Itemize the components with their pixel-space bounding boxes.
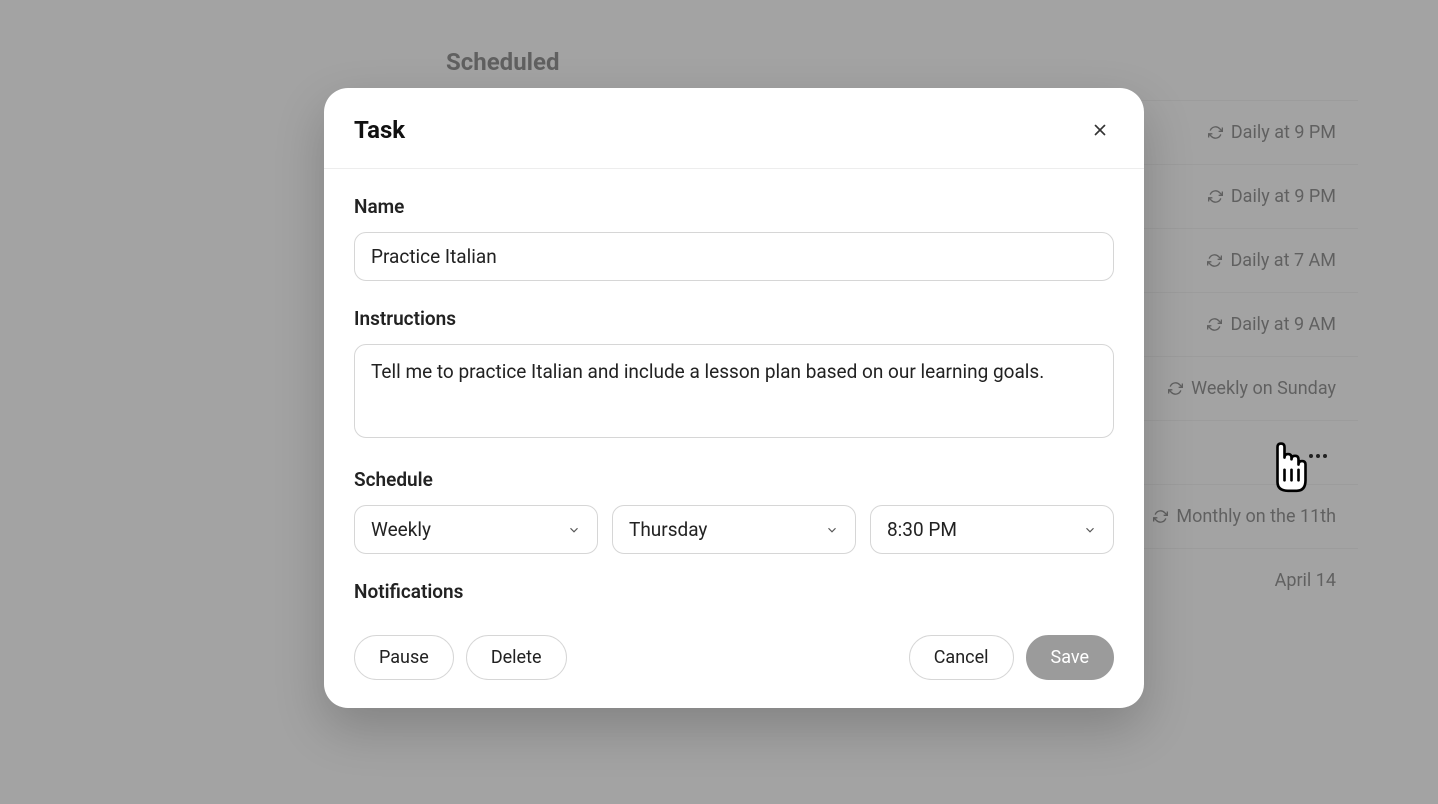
task-modal: Task Name Instructions Schedule Weekly T… [324, 88, 1144, 708]
chevron-down-icon [1083, 523, 1097, 537]
schedule-label: Schedule [354, 468, 1114, 491]
schedule-group: Schedule Weekly Thursday 8:30 PM [354, 468, 1114, 554]
notifications-group: Notifications [354, 580, 1114, 603]
close-button[interactable] [1086, 116, 1114, 144]
name-label: Name [354, 195, 1114, 218]
modal-body: Name Instructions Schedule Weekly Thursd… [324, 169, 1144, 603]
modal-footer: Pause Delete Cancel Save [324, 617, 1144, 680]
frequency-value: Weekly [371, 518, 431, 541]
day-select[interactable]: Thursday [612, 505, 856, 554]
day-value: Thursday [629, 518, 707, 541]
delete-button[interactable]: Delete [466, 635, 567, 680]
modal-title: Task [354, 116, 405, 144]
notifications-label: Notifications [354, 580, 1114, 603]
time-value: 8:30 PM [887, 518, 957, 541]
pause-button[interactable]: Pause [354, 635, 454, 680]
modal-header: Task [324, 88, 1144, 169]
instructions-textarea[interactable] [354, 344, 1114, 438]
instructions-group: Instructions [354, 307, 1114, 442]
close-icon [1091, 121, 1109, 139]
chevron-down-icon [567, 523, 581, 537]
time-select[interactable]: 8:30 PM [870, 505, 1114, 554]
chevron-down-icon [825, 523, 839, 537]
frequency-select[interactable]: Weekly [354, 505, 598, 554]
name-group: Name [354, 195, 1114, 281]
save-button[interactable]: Save [1026, 635, 1115, 680]
instructions-label: Instructions [354, 307, 1114, 330]
name-input[interactable] [354, 232, 1114, 281]
cancel-button[interactable]: Cancel [909, 635, 1014, 680]
